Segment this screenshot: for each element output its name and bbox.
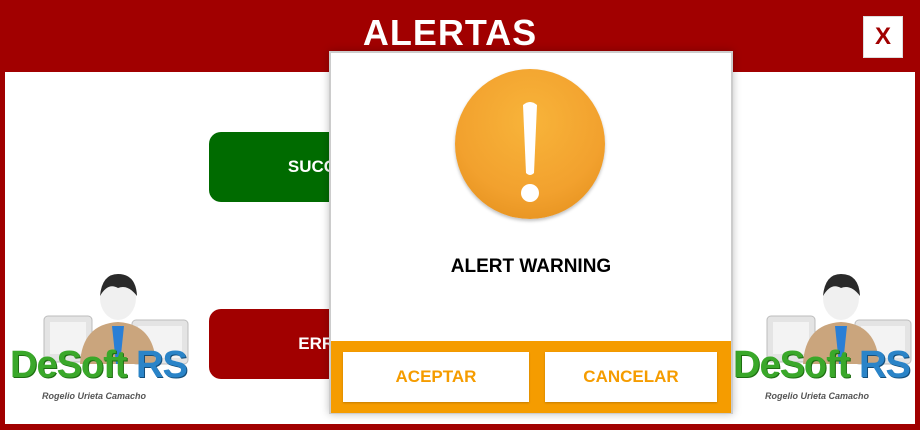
exclamation-warning-icon	[455, 69, 605, 219]
close-button[interactable]: X	[863, 16, 903, 58]
brand-subtitle: Rogelio Urieta Camacho	[765, 391, 870, 401]
brand-wordmark: DeSoft RS	[10, 344, 188, 386]
brand-subtitle: Rogelio Urieta Camacho	[42, 391, 147, 401]
alert-title: ALERT WARNING	[450, 256, 612, 277]
desoft-logo-left: DeSoft RS Rogelio Urieta Camacho	[10, 272, 190, 412]
desoft-logo-right: DeSoft RS Rogelio Urieta Camacho	[733, 272, 913, 412]
exclamation-mark-icon	[521, 102, 539, 202]
brand-wordmark: DeSoft RS	[733, 344, 911, 386]
alert-demo-window: ALERTAS X SUCCESS ERROR DeSoft RS Rogeli…	[0, 0, 920, 430]
accept-button[interactable]: ACEPTAR	[343, 352, 529, 402]
cancel-button[interactable]: CANCELAR	[545, 352, 717, 402]
window-title: ALERTAS	[362, 12, 538, 53]
